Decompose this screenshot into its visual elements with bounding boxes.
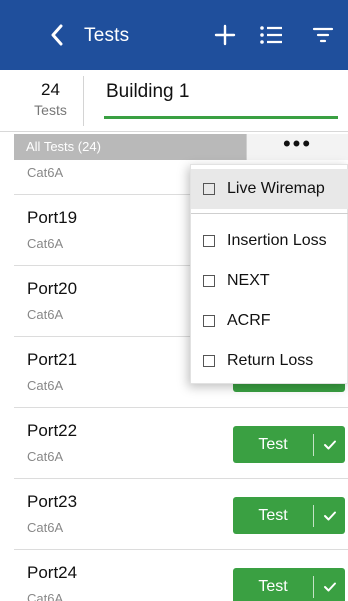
test-button[interactable]: Test — [233, 568, 345, 601]
list-item[interactable]: Port24 Cat6A Test — [14, 550, 348, 601]
summary-header: 24 Tests Building 1 — [0, 70, 348, 132]
checkbox[interactable] — [203, 315, 215, 327]
cable-type: Cat6A — [27, 378, 64, 393]
check-icon[interactable] — [314, 510, 345, 522]
more-options-button[interactable]: ••• — [246, 131, 348, 160]
cable-type: Cat6A — [27, 449, 64, 464]
test-button-label: Test — [258, 577, 288, 595]
check-icon[interactable] — [314, 439, 345, 451]
checkbox[interactable] — [203, 355, 215, 367]
port-name: Port21 — [27, 350, 78, 369]
cable-type: Cat6A — [27, 307, 64, 322]
port-name: Port19 — [27, 208, 78, 227]
building-tab-indicator — [104, 116, 338, 119]
back-chevron-icon[interactable] — [46, 22, 68, 48]
checkbox[interactable] — [203, 235, 215, 247]
test-button-label: Test — [258, 435, 288, 453]
more-dots-icon: ••• — [282, 131, 313, 156]
menu-item-acrf[interactable]: ACRF — [191, 301, 348, 341]
menu-item-label: ACRF — [227, 312, 271, 329]
filter-bar: All Tests (24) ••• — [14, 131, 348, 160]
building-tab[interactable]: Building 1 — [106, 81, 189, 103]
page-title: Tests — [84, 25, 130, 46]
cable-type: Cat6A — [27, 520, 64, 535]
cable-type: Cat6A — [27, 236, 64, 251]
menu-item-next[interactable]: NEXT — [191, 261, 348, 301]
test-type-menu: Live Wiremap Insertion Loss NEXT ACRF Re… — [190, 164, 348, 384]
port-name: Port23 — [27, 492, 78, 511]
filter-icon[interactable] — [312, 26, 334, 44]
menu-item-label: Live Wiremap — [227, 180, 325, 197]
plus-icon[interactable] — [212, 22, 238, 48]
cable-type: Cat6A — [27, 165, 64, 180]
list-item[interactable]: Port22 Cat6A Test — [14, 408, 348, 479]
test-button[interactable]: Test — [233, 497, 345, 534]
port-name: Port22 — [27, 421, 78, 440]
test-count-box: 24 Tests — [18, 76, 84, 126]
test-button-label: Test — [258, 506, 288, 524]
menu-item-insertion-loss[interactable]: Insertion Loss — [191, 221, 348, 261]
menu-item-live-wiremap[interactable]: Live Wiremap — [191, 169, 348, 209]
menu-divider — [191, 213, 348, 214]
menu-item-return-loss[interactable]: Return Loss — [191, 341, 348, 381]
test-button[interactable]: Test — [233, 426, 345, 463]
cable-type: Cat6A — [27, 591, 64, 601]
menu-item-label: NEXT — [227, 272, 270, 289]
all-tests-filter[interactable]: All Tests (24) — [14, 134, 246, 160]
port-name: Port20 — [27, 279, 78, 298]
port-name: Port24 — [27, 563, 78, 582]
menu-item-label: Return Loss — [227, 352, 314, 369]
menu-item-label: Insertion Loss — [227, 232, 327, 249]
check-icon[interactable] — [314, 581, 345, 593]
list-item[interactable]: Port23 Cat6A Test — [14, 479, 348, 550]
test-count-label: Tests — [34, 102, 67, 118]
list-icon[interactable] — [258, 24, 286, 46]
checkbox[interactable] — [203, 275, 215, 287]
checkbox[interactable] — [203, 183, 215, 195]
top-app-bar: Tests — [0, 0, 348, 70]
test-count: 24 — [41, 80, 60, 99]
